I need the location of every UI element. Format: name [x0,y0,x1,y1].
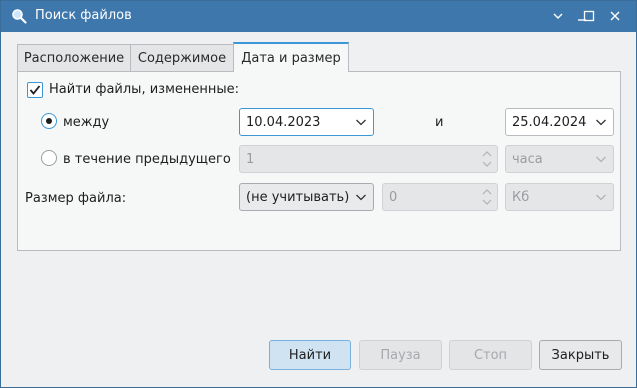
modified-checkbox[interactable] [27,82,43,98]
checkmark-icon [29,85,41,95]
file-size-label: Размер файла: [25,191,127,206]
date-from-combo[interactable]: 10.04.2023 [239,108,374,136]
window-title: Поиск файлов [35,8,132,23]
close-button[interactable]: Закрыть [539,340,622,370]
size-amount-spinbox[interactable]: 0 [382,183,498,211]
size-unit-value: Кб [512,189,530,205]
close-icon[interactable] [604,6,626,26]
tab-date-size[interactable]: Дата и размер [233,42,349,72]
size-mode-value: (не учитывать) [246,189,350,205]
chevron-down-icon [356,194,366,201]
and-label: и [435,115,444,130]
modified-checkbox-label: Найти файлы, измененные: [49,82,240,97]
within-radio[interactable] [41,150,57,166]
tab-contents[interactable]: Содержимое [130,44,234,71]
between-radio[interactable] [41,113,57,129]
chevron-down-icon [596,194,606,201]
dialog-content: Расположение Содержимое Дата и размер На… [1,32,636,387]
within-amount-value: 1 [246,151,255,167]
chevron-down-icon [596,156,606,163]
spin-arrows-icon [482,189,492,205]
search-icon [11,8,27,24]
maximize-icon[interactable] [578,6,600,26]
date-from-value: 10.04.2023 [246,114,321,130]
collapse-icon[interactable] [547,6,569,26]
between-label: между [63,115,110,130]
stop-button[interactable]: Стоп [449,340,532,370]
pause-button[interactable]: Пауза [359,340,442,370]
date-to-value: 25.04.2024 [512,114,587,130]
chevron-down-icon [356,119,366,126]
chevron-down-icon [596,119,606,126]
find-button[interactable]: Найти [269,340,351,370]
within-unit-combo[interactable]: часа [505,145,614,173]
date-size-panel: Найти файлы, измененные: между 10.04.202… [17,71,621,251]
file-search-window: Поиск файлов Расположение Содержимое Дат… [0,0,637,388]
within-amount-spinbox[interactable]: 1 [239,145,498,173]
size-mode-combo[interactable]: (не учитывать) [239,183,374,211]
title-bar[interactable]: Поиск файлов [1,1,636,32]
date-to-combo[interactable]: 25.04.2024 [505,108,614,136]
tab-location[interactable]: Расположение [17,44,131,71]
within-label: в течение предыдущего [63,152,231,167]
within-unit-value: часа [512,151,543,167]
size-amount-value: 0 [389,189,398,205]
size-unit-combo[interactable]: Кб [505,183,614,211]
spin-arrows-icon [482,151,492,167]
